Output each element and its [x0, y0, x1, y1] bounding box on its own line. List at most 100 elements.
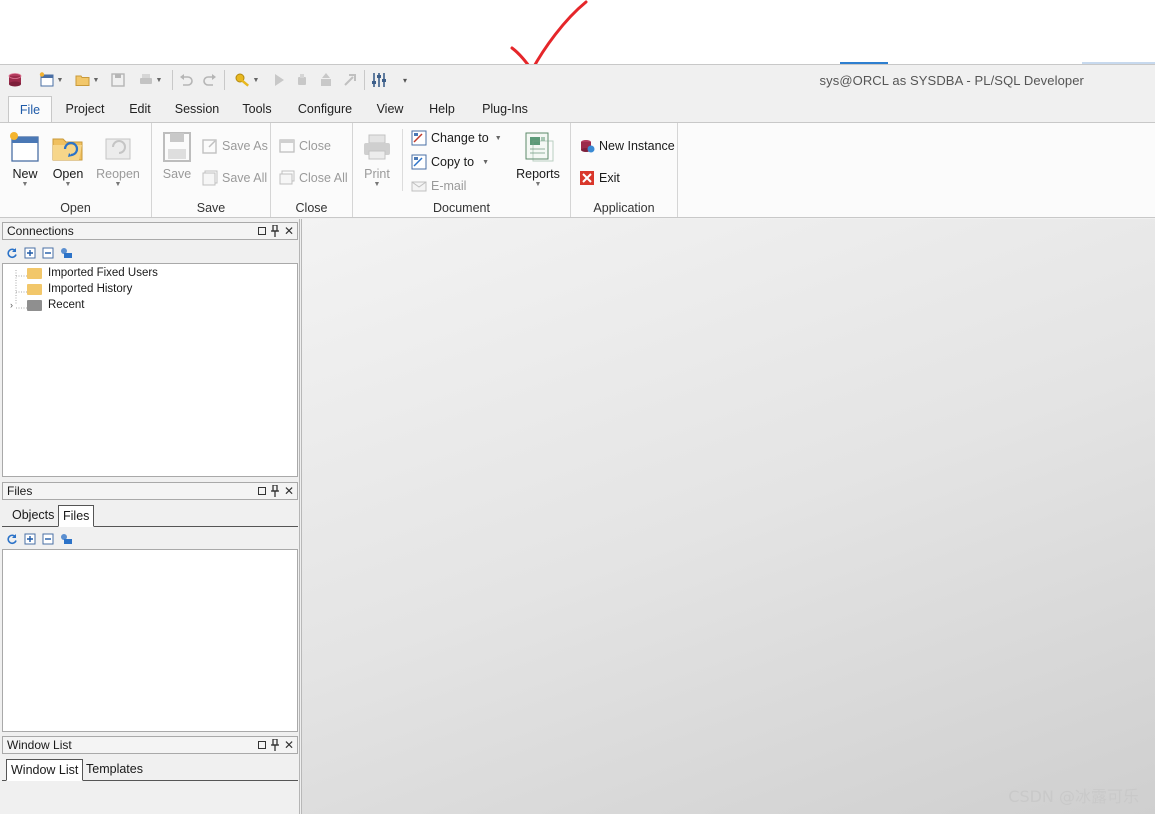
float-icon[interactable] — [257, 227, 266, 235]
mdi-workspace[interactable]: CSDN @冰露可乐 — [301, 219, 1155, 814]
expand-all-icon[interactable] — [24, 533, 36, 545]
tab-file[interactable]: File — [8, 96, 52, 122]
copy-to-icon — [411, 154, 427, 170]
open-button[interactable]: Open ▼ — [46, 131, 90, 188]
save-icon — [110, 71, 126, 89]
ribbon-group-application: New Instance Exit Application — [571, 123, 678, 217]
new-instance-database-icon — [581, 140, 595, 153]
break-icon — [294, 71, 310, 89]
new-instance-button[interactable]: New Instance — [579, 137, 675, 155]
close-icon[interactable]: ✕ — [284, 223, 294, 239]
reopen-button: Reopen ▼ — [96, 131, 140, 188]
ribbon-panel: New▼ Open▼ Reopen▼ Open Save Save As — [0, 122, 1155, 218]
group-label-save: Save — [196, 201, 226, 215]
save-button: Save — [155, 131, 199, 181]
new-file-icon[interactable]: ▼ — [36, 71, 66, 89]
printer-icon — [364, 134, 390, 160]
files-panel-header[interactable]: Files ✕ — [2, 482, 298, 500]
new-document-icon — [10, 132, 39, 162]
chevron-right-icon[interactable]: › — [10, 300, 27, 310]
exit-button[interactable]: Exit — [579, 169, 620, 187]
tab-edit[interactable]: Edit — [120, 96, 160, 122]
copy-to-button[interactable]: Copy to ▼ — [411, 153, 489, 171]
tab-view[interactable]: View — [370, 96, 410, 122]
close-icon[interactable]: ✕ — [284, 483, 294, 499]
save-all-button: Save All — [202, 169, 267, 187]
refresh-icon[interactable] — [6, 247, 18, 259]
refresh-icon[interactable] — [6, 533, 18, 545]
files-list[interactable] — [2, 549, 298, 732]
connections-panel-header[interactable]: Connections ✕ — [2, 222, 298, 240]
pin-icon[interactable] — [270, 485, 279, 497]
toolbar-separator — [172, 70, 173, 90]
ribbon-tab-bar: File Project Edit Session Tools Configur… — [0, 96, 1155, 122]
quick-access-toolbar: ▼ ▼ ▼ ▼ ▾ sys@ORCL as SYSDBA - PL/SQL De… — [0, 65, 1155, 96]
rollback-icon — [342, 71, 358, 89]
email-button: E-mail — [411, 177, 466, 195]
pin-icon[interactable] — [270, 225, 279, 237]
group-label-close: Close — [295, 201, 328, 215]
tab-configure[interactable]: Configure — [292, 96, 358, 122]
tree-item-recent[interactable]: › Recent — [10, 297, 84, 313]
collapse-all-icon[interactable] — [42, 247, 54, 259]
tab-objects[interactable]: Objects — [8, 505, 58, 527]
group-divider — [402, 129, 403, 191]
files-panel-tabs: Objects Files — [2, 503, 298, 527]
expand-all-icon[interactable] — [24, 247, 36, 259]
close-all-button: Close All — [279, 169, 348, 187]
tab-plug-ins[interactable]: Plug-Ins — [476, 96, 534, 122]
close-window-icon — [279, 139, 295, 153]
float-icon[interactable] — [257, 741, 266, 749]
connections-toolbar — [6, 245, 72, 261]
save-as-icon — [202, 139, 217, 154]
group-label-document: Document — [433, 201, 490, 215]
execute-icon — [272, 71, 286, 89]
float-icon[interactable] — [257, 487, 266, 495]
open-folder-icon — [52, 138, 83, 161]
watermark: CSDN @冰露可乐 — [1008, 787, 1139, 806]
close-button: Close — [279, 137, 331, 155]
tab-help[interactable]: Help — [422, 96, 462, 122]
save-all-icon — [202, 170, 218, 186]
window-list-panel-tabs: Window List Templates — [2, 757, 298, 781]
toolbar-separator — [364, 70, 365, 90]
ribbon-group-open: New ▼ Open ▼ Reopen ▼ Open — [0, 123, 152, 217]
print-button: Print ▼ — [355, 131, 399, 188]
tab-files[interactable]: Files — [58, 505, 95, 527]
tab-session[interactable]: Session — [170, 96, 224, 122]
logon-key-icon[interactable]: ▼ — [231, 71, 263, 89]
open-file-icon[interactable]: ▼ — [72, 71, 102, 89]
folder-icon — [27, 283, 42, 295]
ribbon-group-document: Print ▼ Change to ▼ Copy to ▼ E-mail Report… — [353, 123, 571, 217]
close-icon[interactable]: ✕ — [284, 737, 294, 753]
pin-icon[interactable] — [270, 739, 279, 751]
tab-tools[interactable]: Tools — [236, 96, 278, 122]
window-title: sys@ORCL as SYSDBA - PL/SQL Developer — [819, 73, 1084, 88]
window-list-panel-header[interactable]: Window List ✕ — [2, 736, 298, 754]
exit-close-icon — [580, 171, 594, 185]
window-list-panel-title: Window List — [7, 738, 72, 752]
change-to-icon — [411, 130, 427, 146]
tab-templates[interactable]: Templates — [82, 759, 147, 781]
customize-qat-chevron-down-icon[interactable]: ▾ — [398, 71, 412, 89]
files-panel-title: Files — [7, 484, 33, 498]
tab-window-list[interactable]: Window List — [6, 759, 84, 781]
add-connection-icon[interactable] — [60, 247, 72, 259]
app-menu-icon[interactable] — [6, 71, 24, 89]
connections-panel-title: Connections — [7, 224, 74, 238]
floppy-disk-icon — [163, 132, 191, 162]
preferences-sliders-icon[interactable] — [370, 71, 388, 89]
new-button[interactable]: New ▼ — [3, 131, 47, 188]
group-label-open: Open — [60, 201, 91, 215]
connections-tree: Imported Fixed Users Imported History › … — [2, 263, 298, 477]
email-icon — [411, 181, 427, 192]
add-folder-icon[interactable] — [60, 533, 72, 545]
group-label-application: Application — [593, 201, 655, 215]
tree-item-imported-history[interactable]: Imported History — [27, 281, 132, 297]
reports-button[interactable]: Reports ▼ — [513, 131, 563, 188]
change-to-button[interactable]: Change to ▼ — [411, 129, 502, 147]
redo-icon — [202, 71, 218, 89]
tree-item-imported-fixed-users[interactable]: Imported Fixed Users — [27, 265, 158, 281]
collapse-all-icon[interactable] — [42, 533, 54, 545]
tab-project[interactable]: Project — [58, 96, 112, 122]
